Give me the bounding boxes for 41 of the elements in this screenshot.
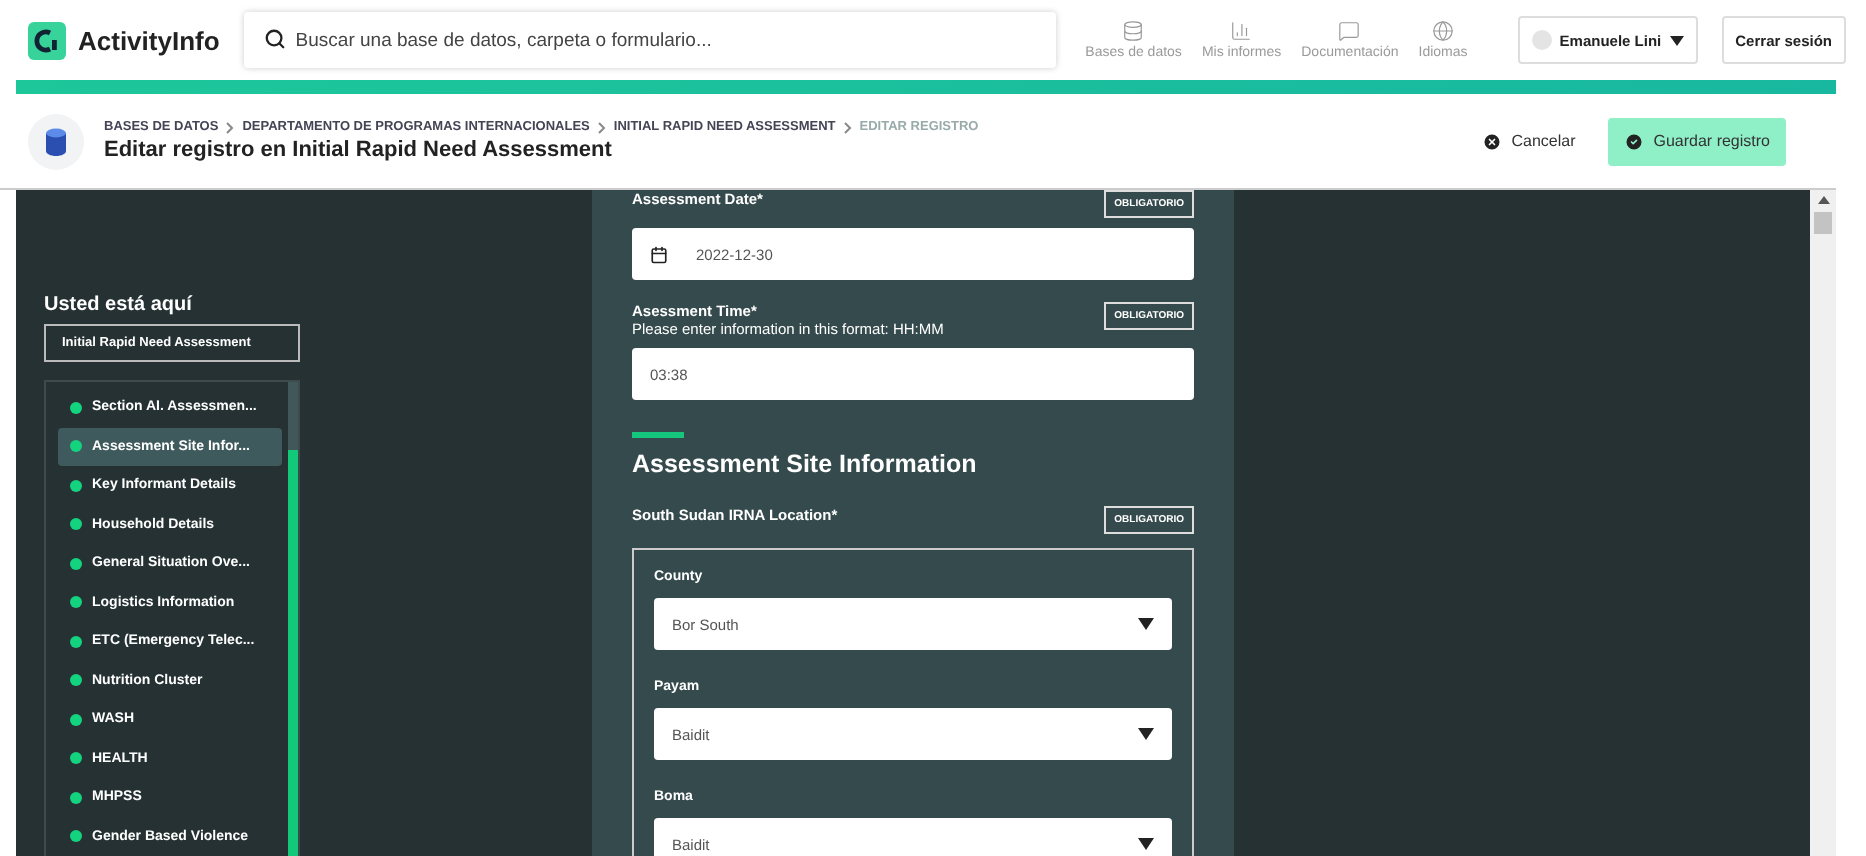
status-dot-icon xyxy=(70,674,82,687)
chevron-icon xyxy=(226,121,235,133)
caret-icon xyxy=(1138,838,1154,850)
save-button[interactable]: Guardar registro xyxy=(1607,117,1786,165)
status-dot-icon xyxy=(70,401,82,414)
calendar-icon xyxy=(650,245,668,263)
status-dot-icon xyxy=(70,557,82,570)
status-dot-icon xyxy=(70,635,82,648)
status-dot-icon xyxy=(70,440,82,453)
status-dot-icon xyxy=(70,752,82,765)
logo-icon xyxy=(28,21,66,59)
cancel-button[interactable]: Cancelar xyxy=(1469,129,1588,153)
globe-icon xyxy=(1432,20,1455,42)
caret-icon xyxy=(1669,35,1684,45)
database-icon xyxy=(1122,20,1145,42)
section-title: Assessment Site Information xyxy=(632,450,979,478)
status-dot-icon xyxy=(70,518,82,531)
search-field[interactable]: Buscar una base de datos, carpeta o formulario... xyxy=(243,12,1056,68)
check-icon xyxy=(1623,131,1644,151)
status-dot-icon xyxy=(70,479,82,492)
bar-chart-icon xyxy=(1230,20,1253,42)
sidebar-heading: Usted está aquí xyxy=(44,294,195,316)
message-icon xyxy=(1338,20,1361,42)
caret-icon xyxy=(1138,728,1154,740)
close-icon xyxy=(1481,131,1502,151)
scrollbar[interactable] xyxy=(1810,190,1836,856)
status-dot-icon xyxy=(70,791,82,804)
status-dot-icon xyxy=(70,713,82,726)
chevron-icon xyxy=(843,121,852,133)
scroll-up-icon xyxy=(1817,196,1829,204)
app-name: ActivityInfo xyxy=(78,25,220,55)
search-icon xyxy=(263,28,286,50)
database-icon xyxy=(28,113,84,169)
chevron-icon xyxy=(597,121,606,133)
scroll-thumb[interactable] xyxy=(1814,212,1832,234)
status-dot-icon xyxy=(70,830,82,843)
scrollbar[interactable] xyxy=(288,382,298,856)
avatar-icon xyxy=(1531,30,1552,50)
status-dot-icon xyxy=(70,596,82,609)
caret-icon xyxy=(1138,618,1154,630)
page-title: Editar registro en Initial Rapid Need Assessment xyxy=(104,138,614,162)
